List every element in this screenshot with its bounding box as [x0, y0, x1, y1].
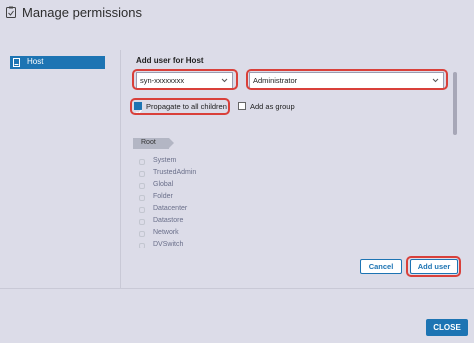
sidebar-item-label: Host	[27, 57, 44, 66]
root-label: Root	[141, 139, 156, 146]
highlight-propagate	[130, 98, 230, 115]
list-item[interactable]: DVSwitch	[139, 241, 259, 248]
checkbox[interactable]	[139, 219, 145, 225]
checkbox[interactable]	[139, 207, 145, 213]
section-title: Add user for Host	[136, 56, 204, 65]
checkbox[interactable]	[139, 231, 145, 237]
list-item[interactable]: TrustedAdmin	[139, 169, 259, 179]
sidebar-item-host[interactable]: Host	[10, 56, 105, 69]
list-item[interactable]: Datastore	[139, 217, 259, 227]
left-panel: Host	[0, 50, 118, 288]
highlight-user-field	[132, 69, 238, 90]
footer-divider	[0, 288, 474, 289]
highlight-add-user	[406, 256, 461, 277]
list-item[interactable]: System	[139, 157, 259, 167]
checkbox[interactable]	[139, 243, 145, 248]
dialog-title: Manage permissions	[22, 5, 142, 20]
list-item[interactable]: Network	[139, 229, 259, 239]
clipboard-icon	[6, 6, 16, 18]
checkbox[interactable]	[139, 171, 145, 177]
privilege-list: System TrustedAdmin Global Folder Datace…	[139, 157, 259, 248]
close-button[interactable]: CLOSE	[426, 319, 468, 336]
dialog-header: Manage permissions	[0, 0, 474, 26]
checkbox[interactable]	[139, 195, 145, 201]
checkbox[interactable]	[139, 159, 145, 165]
checkbox[interactable]	[139, 183, 145, 189]
scrollbar[interactable]	[453, 72, 457, 135]
host-icon	[13, 58, 20, 67]
highlight-role-select	[246, 69, 448, 90]
add-as-group-checkbox[interactable]	[238, 102, 246, 110]
add-as-group-label: Add as group	[250, 102, 295, 111]
root-breadcrumb[interactable]: Root	[133, 138, 174, 149]
list-item[interactable]: Folder	[139, 193, 259, 203]
list-item[interactable]: Datacenter	[139, 205, 259, 215]
list-item[interactable]: Global	[139, 181, 259, 191]
cancel-button[interactable]: Cancel	[360, 259, 402, 274]
